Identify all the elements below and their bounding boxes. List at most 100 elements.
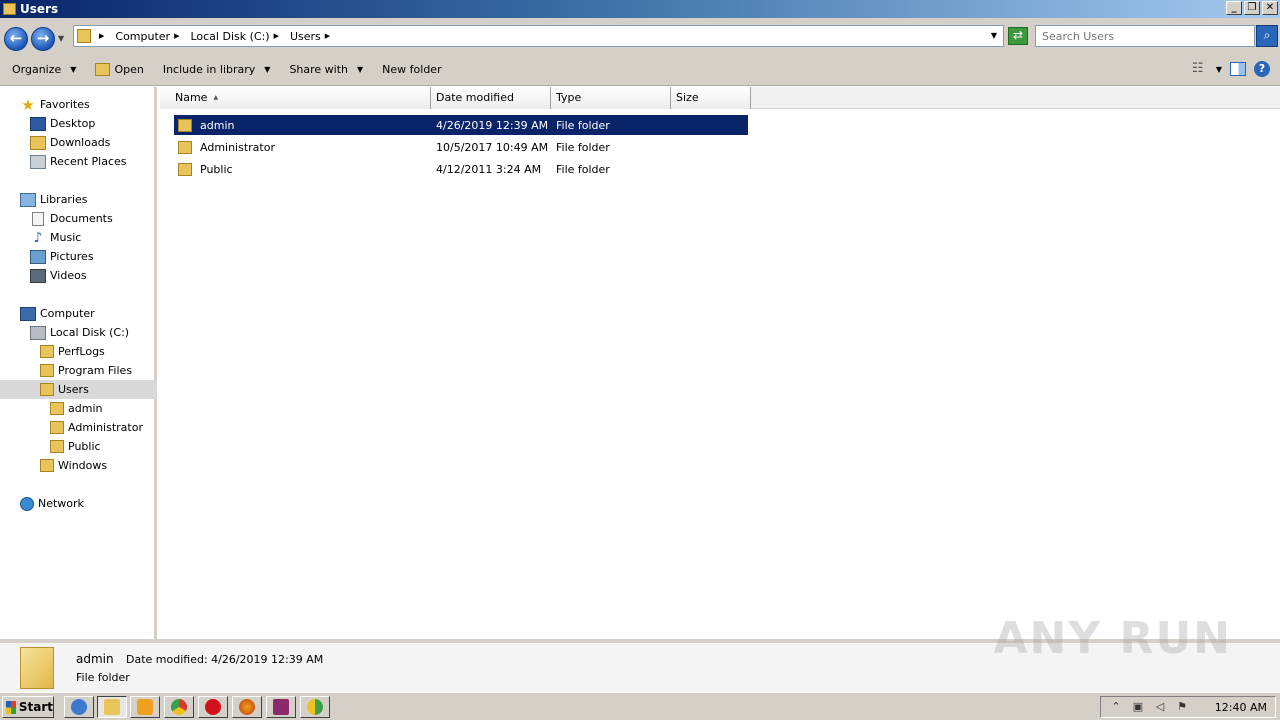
breadcrumb-local-disk[interactable]: Local Disk (C:) ▶ <box>190 30 284 43</box>
file-name: Public <box>200 162 233 176</box>
nav-music[interactable]: ♪ Music <box>30 228 82 247</box>
nav-users[interactable]: Users <box>0 380 157 399</box>
view-dropdown-icon[interactable]: ▼ <box>1216 65 1222 74</box>
folder-icon <box>178 140 192 154</box>
nav-public[interactable]: Public <box>50 437 101 456</box>
file-list: Name ▲ Date modified Type Size admin 4/26… <box>160 87 1280 639</box>
refresh-button[interactable]: ⇄ <box>1008 27 1028 45</box>
libraries-icon <box>20 192 36 207</box>
nav-program-files[interactable]: Program Files <box>40 361 132 380</box>
nav-libraries[interactable]: Libraries <box>20 190 88 209</box>
recent-places-icon <box>30 154 46 169</box>
action-center-flag-icon[interactable]: ⚑ <box>1175 700 1189 714</box>
search-button[interactable]: ⌕ <box>1256 25 1278 47</box>
minimize-button[interactable]: _ <box>1226 1 1242 15</box>
nav-pictures[interactable]: Pictures <box>30 247 94 266</box>
column-header-row: Name ▲ Date modified Type Size <box>160 87 1280 109</box>
start-button[interactable]: Start <box>2 696 54 718</box>
file-row[interactable]: admin 4/26/2019 12:39 AM File folder <box>174 115 748 135</box>
organize-button[interactable]: Organize ▼ <box>12 63 76 76</box>
details-type: File folder <box>76 671 130 684</box>
share-with-button[interactable]: Share with ▼ <box>289 63 363 76</box>
address-row: ← → ▼ ▶ Computer ▶ Local Disk (C:) ▶ Users… <box>0 18 1280 54</box>
file-name: Administrator <box>200 140 275 154</box>
details-name: admin <box>76 652 114 666</box>
folder-icon <box>40 459 54 472</box>
restore-button[interactable]: ❐ <box>1244 1 1260 15</box>
breadcrumb-computer[interactable]: Computer ▶ <box>115 30 184 43</box>
breadcrumb-root[interactable]: ▶ <box>95 32 109 40</box>
recent-pages-dropdown[interactable]: ▼ <box>58 34 64 43</box>
title-bar: Users _ ❐ ✕ <box>0 0 1280 18</box>
breadcrumb-users[interactable]: Users ▶ <box>290 30 335 43</box>
column-header-date[interactable]: Date modified <box>431 87 551 109</box>
file-row[interactable]: Public 4/12/2011 3:24 AM File folder <box>174 159 748 179</box>
caret-down-icon: ▼ <box>70 65 77 74</box>
file-row[interactable]: Administrator 10/5/2017 10:49 AM File fo… <box>174 137 748 157</box>
videos-icon <box>30 268 46 283</box>
caret-down-icon: ▼ <box>264 65 271 74</box>
nav-windows[interactable]: Windows <box>40 456 107 475</box>
help-icon[interactable]: ? <box>1254 61 1270 77</box>
search-input[interactable] <box>1035 25 1255 47</box>
column-header-type[interactable]: Type <box>551 87 671 109</box>
nav-documents[interactable]: Documents <box>30 209 113 228</box>
include-in-library-button[interactable]: Include in library ▼ <box>163 63 271 76</box>
app-icon <box>307 699 323 715</box>
network-status-icon[interactable]: ▣ <box>1131 700 1145 714</box>
folder-icon <box>3 3 16 15</box>
opera-icon <box>205 699 221 715</box>
file-name: admin <box>200 118 235 132</box>
nav-local-disk[interactable]: Local Disk (C:) <box>30 323 129 342</box>
view-controls: ☷ ▼ ? <box>1192 61 1270 77</box>
nav-recent-places[interactable]: Recent Places <box>30 152 127 171</box>
nav-network[interactable]: Network <box>20 494 84 513</box>
column-header-name[interactable]: Name ▲ <box>160 87 431 109</box>
caret-down-icon: ▼ <box>357 65 364 74</box>
back-arrow-icon: ← <box>9 29 23 47</box>
nav-computer[interactable]: Computer <box>20 304 95 323</box>
pictures-icon <box>30 249 46 264</box>
volume-icon[interactable]: ◁ <box>1153 700 1167 714</box>
nav-perflogs[interactable]: PerfLogs <box>40 342 105 361</box>
nav-administrator[interactable]: Administrator <box>50 418 143 437</box>
disk-icon <box>30 325 46 340</box>
preview-pane-icon[interactable] <box>1230 62 1246 76</box>
address-history-dropdown[interactable]: ▼ <box>991 31 997 40</box>
navigation-pane: ★ Favorites Desktop Downloads Recent Plac… <box>0 87 157 639</box>
show-hidden-icons-icon[interactable]: ⌃ <box>1109 700 1123 714</box>
windows-explorer-icon <box>104 699 120 715</box>
taskbar-media-player[interactable] <box>130 696 160 718</box>
address-bar[interactable]: ▶ Computer ▶ Local Disk (C:) ▶ Users ▶ ▼ <box>73 25 1004 47</box>
folder-icon <box>178 162 192 176</box>
details-modified: Date modified: 4/26/2019 12:39 AM <box>126 653 324 666</box>
close-button[interactable]: ✕ <box>1262 1 1278 15</box>
view-options-icon[interactable]: ☷ <box>1192 62 1208 76</box>
file-type: File folder <box>556 118 610 132</box>
nav-admin[interactable]: admin <box>50 399 102 418</box>
music-icon: ♪ <box>33 229 43 246</box>
new-folder-button[interactable]: New folder <box>382 63 441 76</box>
window-controls: _ ❐ ✕ <box>1226 1 1278 15</box>
taskbar-winrar[interactable] <box>266 696 296 718</box>
winrar-icon <box>273 699 289 715</box>
nav-videos[interactable]: Videos <box>30 266 87 285</box>
nav-desktop[interactable]: Desktop <box>30 114 95 133</box>
taskbar-chrome[interactable] <box>164 696 194 718</box>
back-button[interactable]: ← <box>4 27 28 51</box>
clock[interactable]: 12:40 AM <box>1215 701 1267 714</box>
folder-icon <box>77 29 91 43</box>
refresh-icon: ⇄ <box>1012 28 1024 42</box>
details-pane: admin Date modified: 4/26/2019 12:39 AM … <box>0 613 1280 692</box>
taskbar-internet-explorer[interactable] <box>64 696 94 718</box>
network-icon <box>20 496 34 511</box>
open-button[interactable]: Open <box>95 63 144 76</box>
forward-button[interactable]: → <box>31 27 55 51</box>
taskbar-windows-explorer[interactable] <box>97 696 127 718</box>
nav-favorites[interactable]: ★ Favorites <box>20 95 89 114</box>
nav-downloads[interactable]: Downloads <box>30 133 110 152</box>
column-header-size[interactable]: Size <box>671 87 751 109</box>
taskbar-other-app[interactable] <box>300 696 330 718</box>
taskbar-opera[interactable] <box>198 696 228 718</box>
taskbar-firefox[interactable] <box>232 696 262 718</box>
